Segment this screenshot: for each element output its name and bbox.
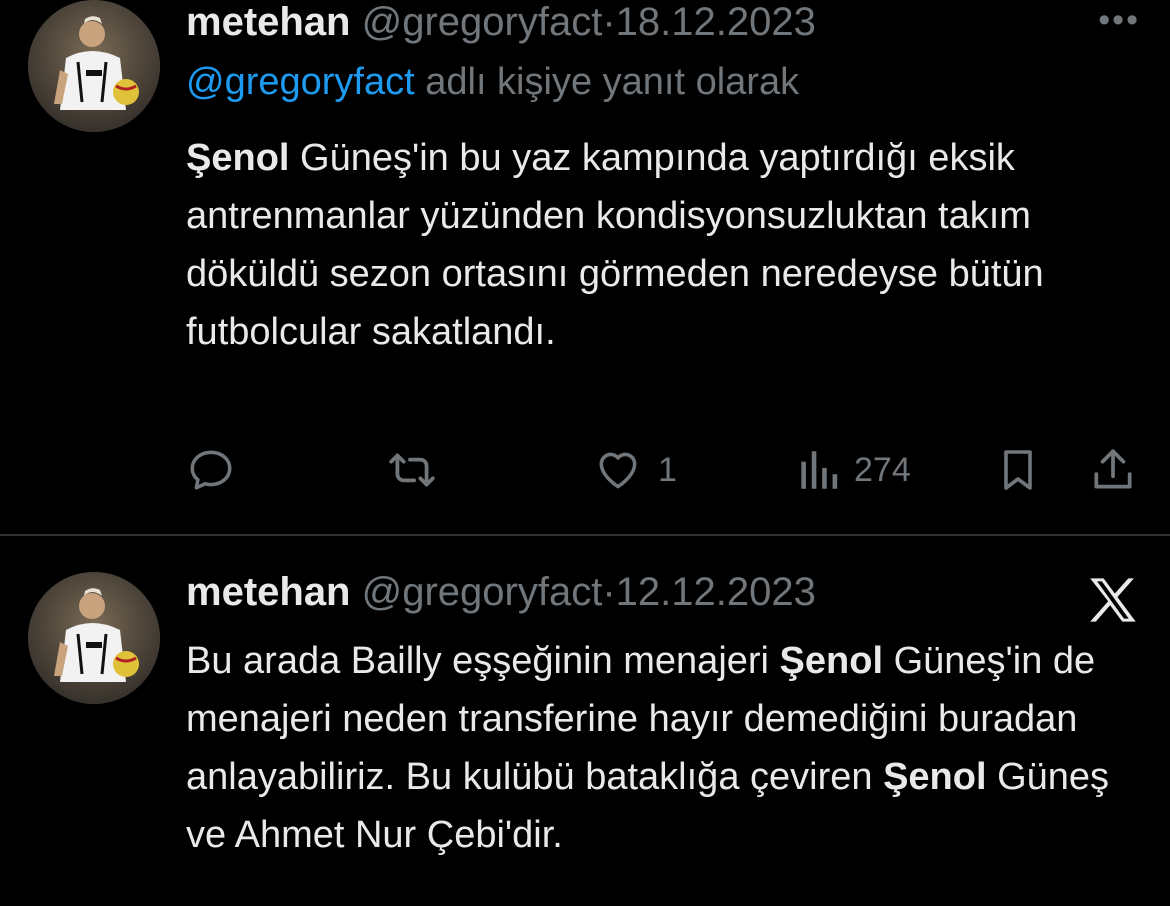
bookmark-button[interactable] [994, 440, 1042, 500]
share-button[interactable] [1088, 440, 1138, 500]
tweet-reply[interactable]: metehan @gregoryfact·18.12.2023 ••• @gre… [0, 0, 1170, 534]
bold-name: Şenol [186, 137, 290, 179]
tweet-text: Şenol Güneş'in bu yaz kampında yaptırdığ… [186, 129, 1146, 361]
reply-icon [186, 445, 236, 495]
reply-context-text: adlı kişiye yanıt olarak [425, 61, 800, 103]
separator-dot: · [602, 570, 616, 614]
tweet-header: metehan @gregoryfact·12.12.2023 [186, 568, 816, 616]
bold-name: Şenol [779, 640, 884, 682]
tweet-date[interactable]: 12.12.2023 [616, 570, 816, 614]
like-button[interactable]: 1 [592, 440, 677, 500]
x-logo-icon [1088, 576, 1140, 624]
reply-button[interactable] [186, 440, 236, 500]
tweet-text-part: Bu arada Bailly eşşeğinin menajeri [186, 640, 780, 682]
reply-mention-link[interactable]: @gregoryfact [186, 61, 415, 103]
tweet-actions: 1 274 [186, 440, 1146, 500]
repost-button[interactable] [384, 440, 440, 500]
separator-dot: · [602, 0, 616, 44]
author-name[interactable]: metehan [186, 570, 351, 614]
author-avatar[interactable] [28, 572, 160, 704]
tweet-date[interactable]: 18.12.2023 [616, 0, 816, 44]
repost-icon [384, 445, 440, 495]
author-avatar[interactable] [28, 0, 160, 132]
views-count: 274 [854, 450, 911, 489]
author-handle[interactable]: @gregoryfact [362, 570, 603, 614]
reply-context: @gregoryfact adlı kişiye yanıt olarak [186, 58, 799, 106]
bookmark-icon [994, 445, 1042, 495]
tweet-text: Bu arada Bailly eşşeğinin menajeri Şenol… [186, 632, 1146, 864]
tweet-text-rest: Güneş'in bu yaz kampında yaptırdığı eksi… [186, 137, 1044, 353]
author-name[interactable]: metehan [186, 0, 351, 44]
tweet-header: metehan @gregoryfact·18.12.2023 [186, 0, 816, 46]
more-icon[interactable]: ••• [1098, 3, 1140, 37]
share-icon [1088, 445, 1138, 495]
tweet-quoted[interactable]: metehan @gregoryfact·12.12.2023 Bu arada… [0, 536, 1170, 906]
views-icon [796, 445, 840, 495]
like-count: 1 [658, 450, 677, 489]
views-button[interactable]: 274 [796, 440, 911, 500]
heart-icon [592, 445, 644, 495]
bold-name: Şenol [883, 756, 987, 798]
author-handle[interactable]: @gregoryfact [362, 0, 603, 44]
